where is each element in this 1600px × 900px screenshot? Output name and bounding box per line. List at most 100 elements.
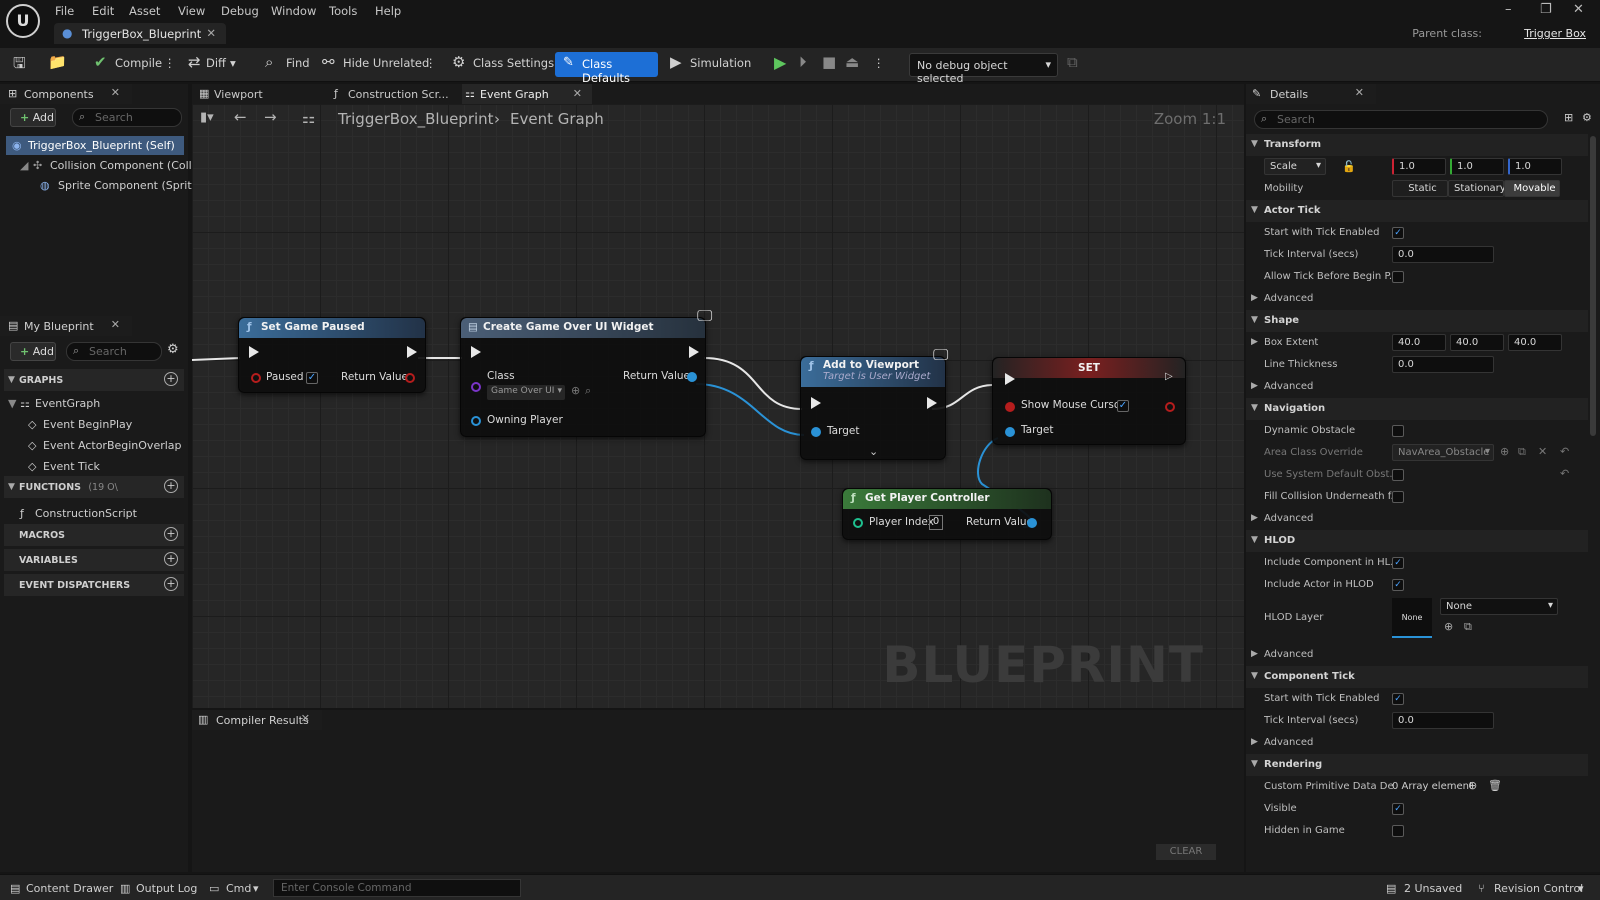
dynamic-obstacle-checkbox[interactable] bbox=[1392, 425, 1404, 437]
player-index-pin[interactable] bbox=[853, 518, 863, 528]
menu-tools[interactable]: Tools bbox=[329, 4, 357, 18]
comp-start-tick-checkbox[interactable]: ✓ bbox=[1392, 693, 1404, 705]
chevron-down-icon[interactable]: ▾ bbox=[1578, 882, 1584, 895]
node-header[interactable]: ƒ Get Player Controller bbox=[843, 489, 1051, 509]
start-tick-checkbox[interactable]: ✓ bbox=[1392, 227, 1404, 239]
bool-out-pin[interactable] bbox=[1165, 402, 1175, 412]
eject-icon[interactable]: ⏏ bbox=[845, 53, 859, 71]
output-log-button[interactable]: Output Log bbox=[136, 882, 197, 895]
player-index-input[interactable]: 0 bbox=[929, 515, 943, 530]
functions-category[interactable]: ▼ FUNCTIONS (19 O\ + bbox=[4, 476, 184, 498]
menu-help[interactable]: Help bbox=[375, 4, 401, 18]
details-scrollbar[interactable] bbox=[1590, 136, 1596, 436]
hide-unrelated-button[interactable]: Hide Unrelated bbox=[343, 56, 429, 70]
diff-dropdown-icon[interactable]: ▾ bbox=[230, 56, 236, 70]
scale-z-input[interactable]: 1.0 bbox=[1508, 158, 1562, 175]
hidden-in-game-checkbox[interactable] bbox=[1392, 825, 1404, 837]
compile-icon[interactable]: ✔ bbox=[94, 53, 107, 71]
hlod-layer-thumbnail[interactable]: None bbox=[1392, 598, 1432, 638]
row-advanced[interactable]: ▶ Advanced bbox=[1246, 376, 1588, 398]
menu-file[interactable]: File bbox=[55, 4, 74, 18]
node-create-widget[interactable]: ▤ Create Game Over UI Widget 🖵 Class Gam… bbox=[460, 306, 712, 437]
section-rendering[interactable]: ▼ Rendering bbox=[1246, 754, 1588, 776]
menu-asset[interactable]: Asset bbox=[129, 4, 160, 18]
save-icon[interactable]: 🖫 bbox=[13, 53, 26, 78]
browse-icon[interactable]: 📁 bbox=[48, 53, 67, 71]
paused-checkbox[interactable]: ✓ bbox=[306, 372, 318, 384]
row-advanced[interactable]: ▶ Advanced bbox=[1246, 732, 1588, 754]
minimize-icon[interactable]: – bbox=[1505, 2, 1512, 17]
add-dispatcher-icon[interactable]: + bbox=[164, 577, 178, 591]
exec-out-pin[interactable] bbox=[927, 397, 937, 409]
section-shape[interactable]: ▼ Shape bbox=[1246, 310, 1588, 332]
box-extent-z-input[interactable]: 40.0 bbox=[1508, 334, 1562, 351]
browse-icon[interactable]: ⧉ bbox=[1518, 445, 1526, 459]
my-blueprint-tab[interactable]: ▤ My Blueprint ✕ bbox=[0, 316, 132, 336]
expand-arrow-icon[interactable]: ◢ bbox=[20, 159, 28, 172]
unreal-logo-icon[interactable]: U bbox=[6, 4, 40, 38]
debug-browse-icon[interactable]: ⧉ bbox=[1067, 53, 1078, 71]
close-my-blueprint-icon[interactable]: ✕ bbox=[111, 318, 120, 331]
node-header[interactable]: ƒ Add to Viewport Target is User Widget bbox=[801, 357, 945, 387]
cmd-select[interactable]: Cmd bbox=[226, 882, 251, 895]
browse-search-icon[interactable]: ⌕ bbox=[585, 384, 591, 398]
function-constructionscript[interactable]: ConstructionScript bbox=[35, 507, 137, 520]
owning-player-pin[interactable] bbox=[471, 416, 481, 426]
close-details-icon[interactable]: ✕ bbox=[1355, 86, 1364, 99]
tick-interval-input[interactable]: 0.0 bbox=[1392, 246, 1494, 263]
reset-arrow-icon[interactable]: ↶ bbox=[1560, 467, 1569, 480]
graphs-category[interactable]: ▼ GRAPHS + bbox=[4, 369, 184, 391]
close-compiler-icon[interactable]: ✕ bbox=[301, 712, 310, 725]
tab-viewport[interactable]: ▦ Viewport bbox=[196, 84, 316, 104]
trash-icon[interactable]: 🗑 bbox=[1488, 779, 1502, 792]
debug-object-select[interactable]: No debug object selected ▾ bbox=[909, 53, 1058, 85]
target-pin[interactable] bbox=[811, 427, 821, 437]
node-header[interactable]: ▤ Create Game Over UI Widget bbox=[461, 318, 705, 338]
menu-debug[interactable]: Debug bbox=[221, 4, 259, 18]
node-header[interactable]: ƒ Set Game Paused bbox=[239, 318, 425, 338]
row-advanced[interactable]: ▶ Advanced bbox=[1246, 644, 1588, 666]
compile-options-icon[interactable]: ⋮ bbox=[164, 56, 176, 70]
node-set-game-paused[interactable]: ƒ Set Game Paused Paused ✓ Return Value bbox=[238, 317, 426, 393]
clear-button[interactable]: CLEAR bbox=[1156, 844, 1216, 860]
use-selected-icon[interactable]: ⊕ bbox=[571, 384, 580, 397]
node-get-player-controller[interactable]: ƒ Get Player Controller Player Index 0 R… bbox=[842, 488, 1052, 540]
include-actor-checkbox[interactable]: ✓ bbox=[1392, 579, 1404, 591]
play-options-icon[interactable]: ⋮ bbox=[873, 56, 885, 70]
use-selected-icon[interactable]: ⊕ bbox=[1444, 620, 1453, 633]
add-macro-icon[interactable]: + bbox=[164, 527, 178, 541]
target-pin[interactable] bbox=[1005, 427, 1015, 437]
controller-out-pin[interactable] bbox=[1027, 518, 1037, 528]
row-advanced[interactable]: ▶ Advanced bbox=[1246, 288, 1588, 310]
play-icon[interactable]: ▶ bbox=[774, 53, 786, 72]
box-extent-x-input[interactable]: 40.0 bbox=[1392, 334, 1446, 351]
exec-in-pin[interactable] bbox=[249, 346, 259, 358]
clear-icon[interactable]: ✕ bbox=[1538, 445, 1547, 458]
close-components-icon[interactable]: ✕ bbox=[111, 86, 120, 99]
section-navigation[interactable]: ▼ Navigation bbox=[1246, 398, 1588, 420]
exec-in-pin[interactable] bbox=[811, 397, 821, 409]
console-input[interactable]: Enter Console Command bbox=[273, 879, 521, 897]
node-header[interactable]: SET bbox=[993, 358, 1185, 378]
widget-out-pin[interactable] bbox=[687, 372, 697, 382]
scale-x-input[interactable]: 1.0 bbox=[1392, 158, 1446, 175]
details-tab[interactable]: ✎ Details ✕ bbox=[1246, 84, 1376, 104]
exec-in-pin[interactable] bbox=[471, 346, 481, 358]
section-hlod[interactable]: ▼ HLOD bbox=[1246, 530, 1588, 552]
class-defaults-button[interactable]: ✎ Class Defaults bbox=[555, 52, 658, 85]
restore-icon[interactable]: ❐ bbox=[1540, 2, 1552, 17]
exec-in-pin[interactable] bbox=[1005, 373, 1015, 385]
class-select[interactable]: Game Over UI ▾ bbox=[487, 385, 565, 400]
bool-pin[interactable] bbox=[251, 373, 261, 383]
graph-event-actorbeginoverlap[interactable]: Event ActorBeginOverlap bbox=[43, 439, 182, 452]
table-view-icon[interactable]: ⊞ bbox=[1564, 111, 1573, 124]
scale-select[interactable]: Scale ▾ bbox=[1264, 158, 1326, 175]
node-add-to-viewport[interactable]: ƒ Add to Viewport Target is User Widget … bbox=[800, 345, 948, 460]
area-class-select[interactable]: NavArea_Obstacle ▾ bbox=[1392, 444, 1494, 461]
blueprint-search-input[interactable]: ⌕ Search bbox=[66, 342, 162, 361]
menu-edit[interactable]: Edit bbox=[92, 4, 114, 18]
section-transform[interactable]: ▼ Transform bbox=[1246, 134, 1588, 156]
line-thickness-input[interactable]: 0.0 bbox=[1392, 356, 1494, 373]
compile-button[interactable]: Compile bbox=[115, 56, 162, 70]
unsaved-button[interactable]: 2 Unsaved bbox=[1404, 882, 1462, 895]
